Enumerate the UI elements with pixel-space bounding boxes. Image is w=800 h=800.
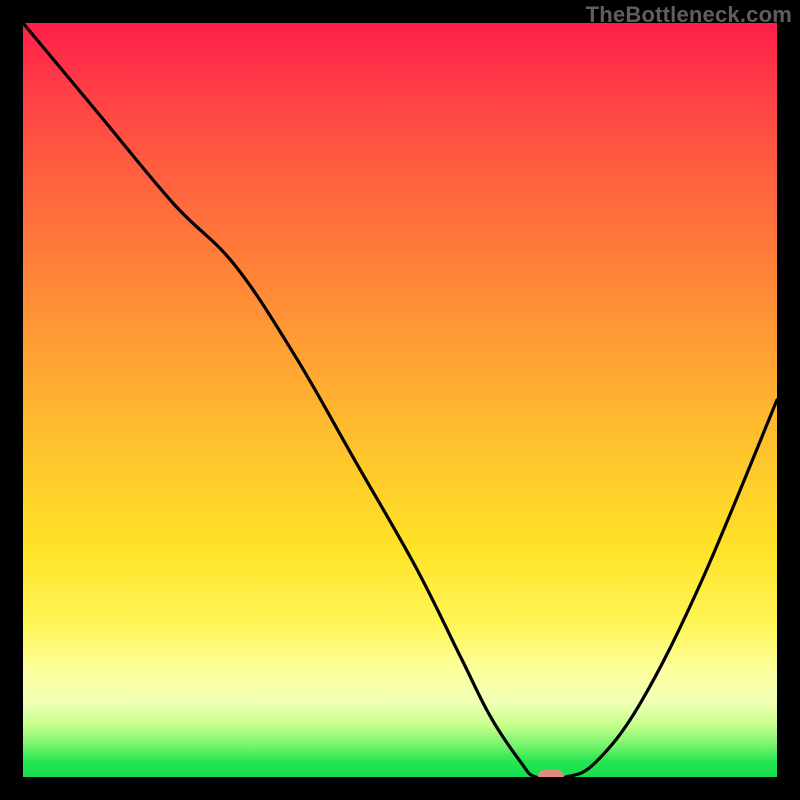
minimum-marker xyxy=(538,770,564,777)
plot-area xyxy=(23,23,777,777)
bottleneck-curve xyxy=(23,23,777,777)
chart-frame: TheBottleneck.com xyxy=(0,0,800,800)
watermark-text: TheBottleneck.com xyxy=(586,2,792,28)
